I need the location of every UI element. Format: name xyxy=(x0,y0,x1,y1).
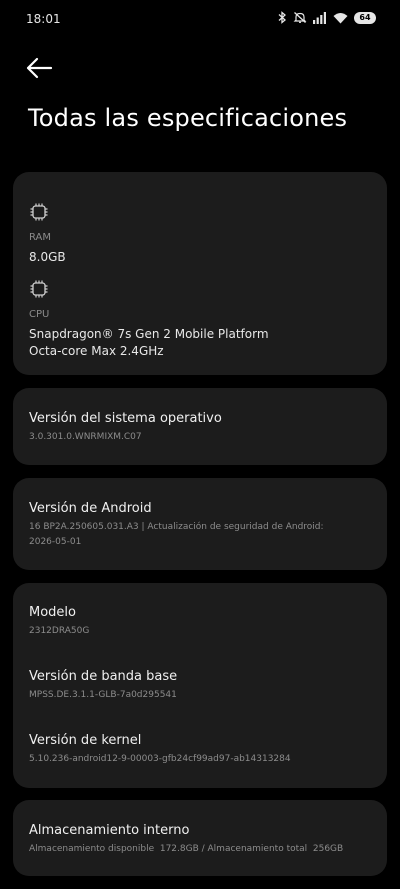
arrow-left-icon xyxy=(26,57,53,79)
page-title: Todas las especificaciones xyxy=(28,104,348,132)
status-bar: 18:01 64 xyxy=(0,0,400,40)
wifi-icon xyxy=(333,12,348,23)
storage-card[interactable]: Almacenamiento interno Almacenamiento di… xyxy=(13,800,387,876)
chip-icon xyxy=(30,280,48,298)
status-icons: 64 xyxy=(277,11,376,24)
back-button[interactable] xyxy=(24,54,56,82)
storage-value: Almacenamiento disponible 172.8GB / Alma… xyxy=(29,844,344,854)
ram-value: 8.0GB xyxy=(29,250,66,264)
model-title: Modelo xyxy=(29,605,76,620)
android-version-value-line1: 16 BP2A.250605.031.A3 | Actualización de… xyxy=(29,522,324,532)
chip-icon xyxy=(30,203,48,221)
baseband-title: Versión de banda base xyxy=(29,669,178,684)
android-version-value-line2: 2026-05-01 xyxy=(29,537,82,547)
cpu-label: CPU xyxy=(29,309,50,320)
mute-icon xyxy=(293,12,307,23)
android-version-card[interactable]: Versión de Android 16 BP2A.250605.031.A3… xyxy=(13,478,387,570)
model-value: 2312DRA50G xyxy=(29,626,90,636)
storage-title: Almacenamiento interno xyxy=(29,823,190,838)
hardware-card: RAM 8.0GB CPU Snapdragon® 7s Gen 2 Mobil… xyxy=(13,172,387,375)
cpu-value-line2: Octa-core Max 2.4GHz xyxy=(29,344,164,358)
os-version-card[interactable]: Versión del sistema operativo 3.0.301.0.… xyxy=(13,388,387,465)
kernel-title: Versión de kernel xyxy=(29,733,142,748)
status-time: 18:01 xyxy=(26,12,61,26)
signal-icon xyxy=(313,11,326,24)
baseband-value: MPSS.DE.3.1.1-GLB-7a0d295541 xyxy=(29,690,177,700)
device-info-card: Modelo 2312DRA50G Versión de banda base … xyxy=(13,583,387,788)
kernel-value: 5.10.236-android12-9-00003-gfb24cf99ad97… xyxy=(29,754,291,764)
bluetooth-icon xyxy=(278,11,286,24)
os-version-value: 3.0.301.0.WNRMIXM.C07 xyxy=(29,432,142,442)
battery-icon: 64 xyxy=(354,11,376,24)
ram-label: RAM xyxy=(29,232,52,243)
os-version-title: Versión del sistema operativo xyxy=(29,411,222,426)
cpu-value-line1: Snapdragon® 7s Gen 2 Mobile Platform xyxy=(29,327,269,341)
android-version-title: Versión de Android xyxy=(29,501,152,516)
